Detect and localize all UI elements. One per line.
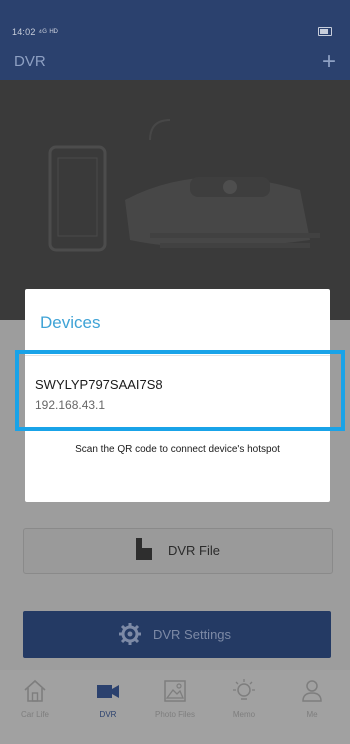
scan-qr-link[interactable]: Scan the QR code to connect device's hot… <box>25 444 330 455</box>
gallery-icon <box>164 680 186 702</box>
nav-item-memo[interactable]: Memo <box>212 678 276 738</box>
person-icon <box>302 680 322 702</box>
gear-icon <box>119 623 141 645</box>
status-time: 14:02 ⁴ᴳ ᴴᴰ <box>12 27 58 37</box>
battery-icon <box>318 27 332 36</box>
nav-item-photo-files[interactable]: Photo Files <box>143 678 207 738</box>
connection-illustration <box>0 80 350 320</box>
nav-label: Me <box>306 710 318 719</box>
file-icon <box>136 538 152 560</box>
nav-item-car-life[interactable]: Car Life <box>3 678 67 738</box>
status-bar: 14:02 ⁴ᴳ ᴴᴰ <box>0 0 350 44</box>
phone-dvr-illustration <box>48 119 320 252</box>
nav-label: Photo Files <box>154 710 196 719</box>
page-title: DVR <box>14 53 46 70</box>
dialog-title: Devices <box>40 313 101 332</box>
dvr-settings-label: DVR Settings <box>153 627 232 642</box>
nav-label: DVR <box>99 710 117 719</box>
app-bar: DVR + <box>0 44 350 80</box>
dvr-file-label: DVR File <box>168 543 221 558</box>
bottom-nav: Car Life DVR Photo Files Memo Me <box>0 670 350 744</box>
nav-item-me[interactable]: Me <box>280 678 344 738</box>
device-highlight-box <box>15 350 345 431</box>
dvr-file-button[interactable]: DVR File <box>23 528 333 574</box>
plus-icon[interactable]: + <box>322 50 336 74</box>
bulb-icon <box>233 679 255 700</box>
nav-item-dvr[interactable]: DVR <box>76 678 140 738</box>
nav-label: Memo <box>232 710 256 719</box>
camera-icon <box>97 685 119 698</box>
nav-label: Car Life <box>20 710 49 719</box>
home-icon <box>24 679 46 702</box>
dvr-settings-button[interactable]: DVR Settings <box>23 611 331 658</box>
